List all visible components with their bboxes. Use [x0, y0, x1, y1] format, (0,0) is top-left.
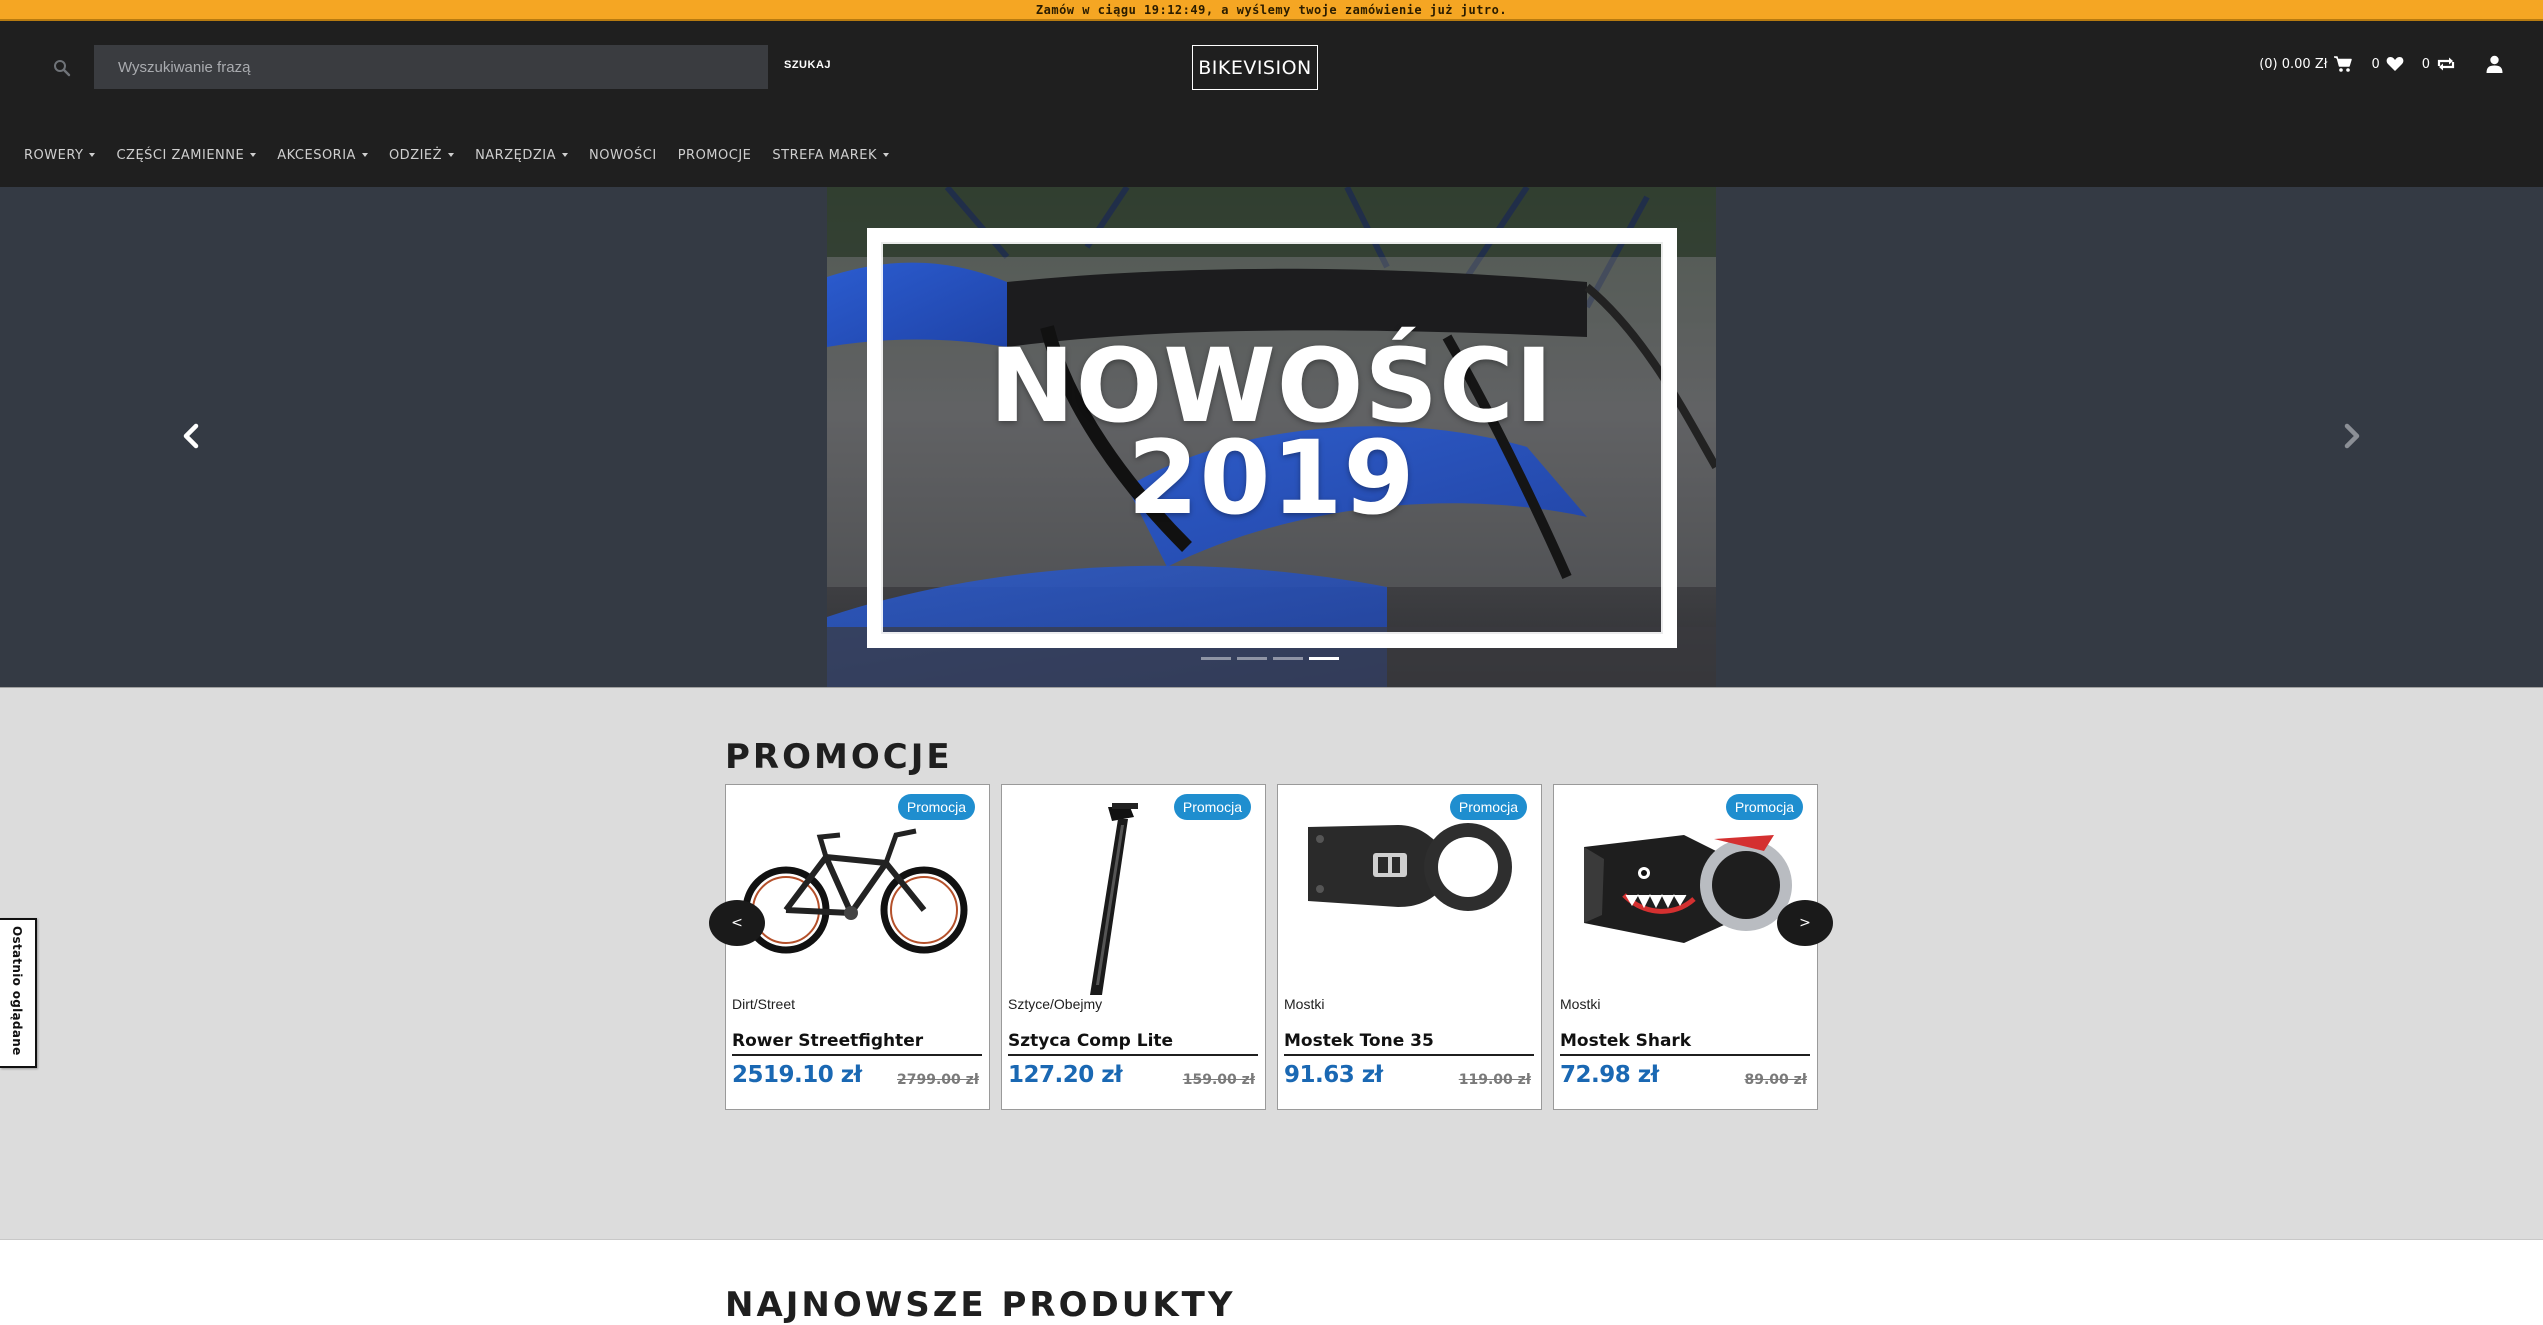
cart-icon	[2334, 56, 2353, 72]
product-price: 127.20 zł	[1008, 1062, 1123, 1088]
search-icon[interactable]	[52, 58, 72, 78]
caret-down-icon	[883, 153, 890, 157]
header-actions: (0) 0.00 Zł 0 0	[2259, 55, 2503, 73]
nav-item-rowery[interactable]: ROWERY	[24, 147, 96, 163]
wishlist-count: 0	[2371, 56, 2380, 72]
site-logo[interactable]: BIKEVISION	[1192, 45, 1318, 90]
nav-label: AKCESORIA	[277, 147, 356, 163]
product-name[interactable]: Mostek Shark	[1560, 1031, 1810, 1056]
promo-badge: Promocja	[897, 794, 975, 820]
product-price: 2519.10 zł	[732, 1062, 862, 1088]
product-name[interactable]: Mostek Tone 35	[1284, 1031, 1534, 1056]
cart-summary: (0) 0.00 Zł	[2259, 56, 2328, 72]
promo-badge: Promocja	[1449, 794, 1527, 820]
carousel-prev-button[interactable]: <	[709, 900, 765, 946]
caret-down-icon	[448, 153, 455, 157]
compare-button[interactable]: 0	[2422, 56, 2456, 72]
nav-item-narzedzia[interactable]: NARZĘDZIA	[475, 148, 568, 163]
cart-button[interactable]: (0) 0.00 Zł	[2259, 55, 2353, 73]
main-nav: ROWERY CZĘŚCI ZAMIENNE AKCESORIA ODZIEŻ …	[0, 133, 890, 177]
promo-badge: Promocja	[1725, 794, 1803, 820]
product-old-price: 159.00 zł	[1182, 1072, 1255, 1088]
product-name[interactable]: Sztyca Comp Lite	[1008, 1031, 1258, 1056]
product-category: Mostki	[1560, 996, 1601, 1012]
site-header: SZUKAJ BIKEVISION (0) 0.00 Zł 0 0	[0, 21, 2543, 187]
hero-headline-line2: 2019	[1127, 419, 1416, 538]
compare-count: 0	[2421, 56, 2430, 72]
slider-dot[interactable]	[1201, 657, 1231, 660]
nav-item-nowosci[interactable]: NOWOŚCI	[589, 148, 657, 163]
nav-item-promocje[interactable]: PROMOCJE	[678, 148, 752, 163]
slider-dot[interactable]	[1273, 657, 1303, 660]
product-old-price: 2799.00 zł	[897, 1072, 979, 1088]
seatpost-image	[1090, 803, 1138, 995]
nav-label: PROMOCJE	[677, 147, 752, 163]
hero-headline: NOWOŚCI 2019	[827, 336, 1716, 538]
caret-down-icon	[361, 153, 368, 157]
nav-label: ODZIEŻ	[388, 147, 443, 163]
product-category: Mostki	[1284, 996, 1325, 1012]
chevron-right-icon[interactable]	[2341, 423, 2363, 449]
account-button[interactable]	[2486, 55, 2503, 73]
hero-banner-image[interactable]: NOWOŚCI 2019	[827, 187, 1716, 687]
caret-down-icon	[89, 153, 96, 157]
product-old-price: 119.00 zł	[1458, 1072, 1531, 1088]
caret-down-icon	[561, 153, 568, 157]
stem-image	[1308, 823, 1512, 911]
shipping-countdown-text: Zamów w ciągu 19:12:49, a wyślemy twoje …	[1035, 2, 1508, 17]
nav-item-akcesoria[interactable]: AKCESORIA	[277, 148, 368, 163]
nav-label: NARZĘDZIA	[475, 147, 556, 163]
hero-slider: NOWOŚCI 2019	[0, 187, 2543, 687]
product-card[interactable]: Promocja Dirt/Street Rower Streetfighter…	[725, 784, 990, 1110]
slider-dot-active[interactable]	[1309, 657, 1339, 660]
product-name[interactable]: Rower Streetfighter	[732, 1031, 982, 1056]
slider-dot[interactable]	[1237, 657, 1267, 660]
nav-label: ROWERY	[24, 147, 84, 163]
compare-icon	[2437, 57, 2455, 71]
newest-products-title: NAJNOWSZE PRODUKTY	[725, 1285, 1236, 1325]
product-card[interactable]: Promocja Mostki Mostek Shark 72.98 zł 89…	[1553, 784, 1818, 1110]
search-button[interactable]: SZUKAJ	[784, 59, 831, 71]
promo-badge: Promocja	[1173, 794, 1251, 820]
product-price: 72.98 zł	[1560, 1062, 1659, 1088]
shipping-countdown-bar: Zamów w ciągu 19:12:49, a wyślemy twoje …	[0, 0, 2543, 21]
product-card[interactable]: Promocja Mostki Mostek Tone 35 91.63 zł …	[1277, 784, 1542, 1110]
bike-image	[742, 828, 968, 954]
product-category: Dirt/Street	[732, 996, 796, 1012]
chevron-left-icon[interactable]	[180, 423, 202, 449]
product-price: 91.63 zł	[1284, 1062, 1383, 1088]
carousel-next-button[interactable]: >	[1777, 900, 1833, 946]
nav-item-czesci-zamienne[interactable]: CZĘŚCI ZAMIENNE	[116, 147, 257, 163]
stem-shark-image	[1584, 835, 1792, 943]
wishlist-button[interactable]: 0	[2371, 56, 2404, 72]
heart-icon	[2386, 57, 2404, 71]
recently-viewed-label: Ostatnio oglądane	[10, 926, 24, 1056]
section-title: PROMOCJE	[725, 737, 953, 777]
product-old-price: 89.00 zł	[1744, 1072, 1807, 1088]
nav-label: STREFA MAREK	[772, 147, 878, 163]
product-category: Sztyce/Obejmy	[1008, 996, 1103, 1012]
nav-item-strefa-marek[interactable]: STREFA MAREK	[772, 147, 890, 163]
nav-label: NOWOŚCI	[588, 147, 657, 163]
nav-item-odziez[interactable]: ODZIEŻ	[388, 147, 455, 163]
promotions-section: PROMOCJE Promocja Dirt/Street Rower Stre…	[0, 687, 2543, 1240]
product-card[interactable]: Promocja Sztyce/Obejmy Sztyca Comp Lite …	[1001, 784, 1266, 1110]
nav-label: CZĘŚCI ZAMIENNE	[116, 147, 245, 163]
slider-pagination	[1201, 657, 1339, 660]
search-input[interactable]	[94, 45, 768, 89]
user-icon	[2486, 55, 2503, 73]
caret-down-icon	[250, 153, 257, 157]
recently-viewed-tab[interactable]: Ostatnio oglądane	[0, 918, 37, 1068]
